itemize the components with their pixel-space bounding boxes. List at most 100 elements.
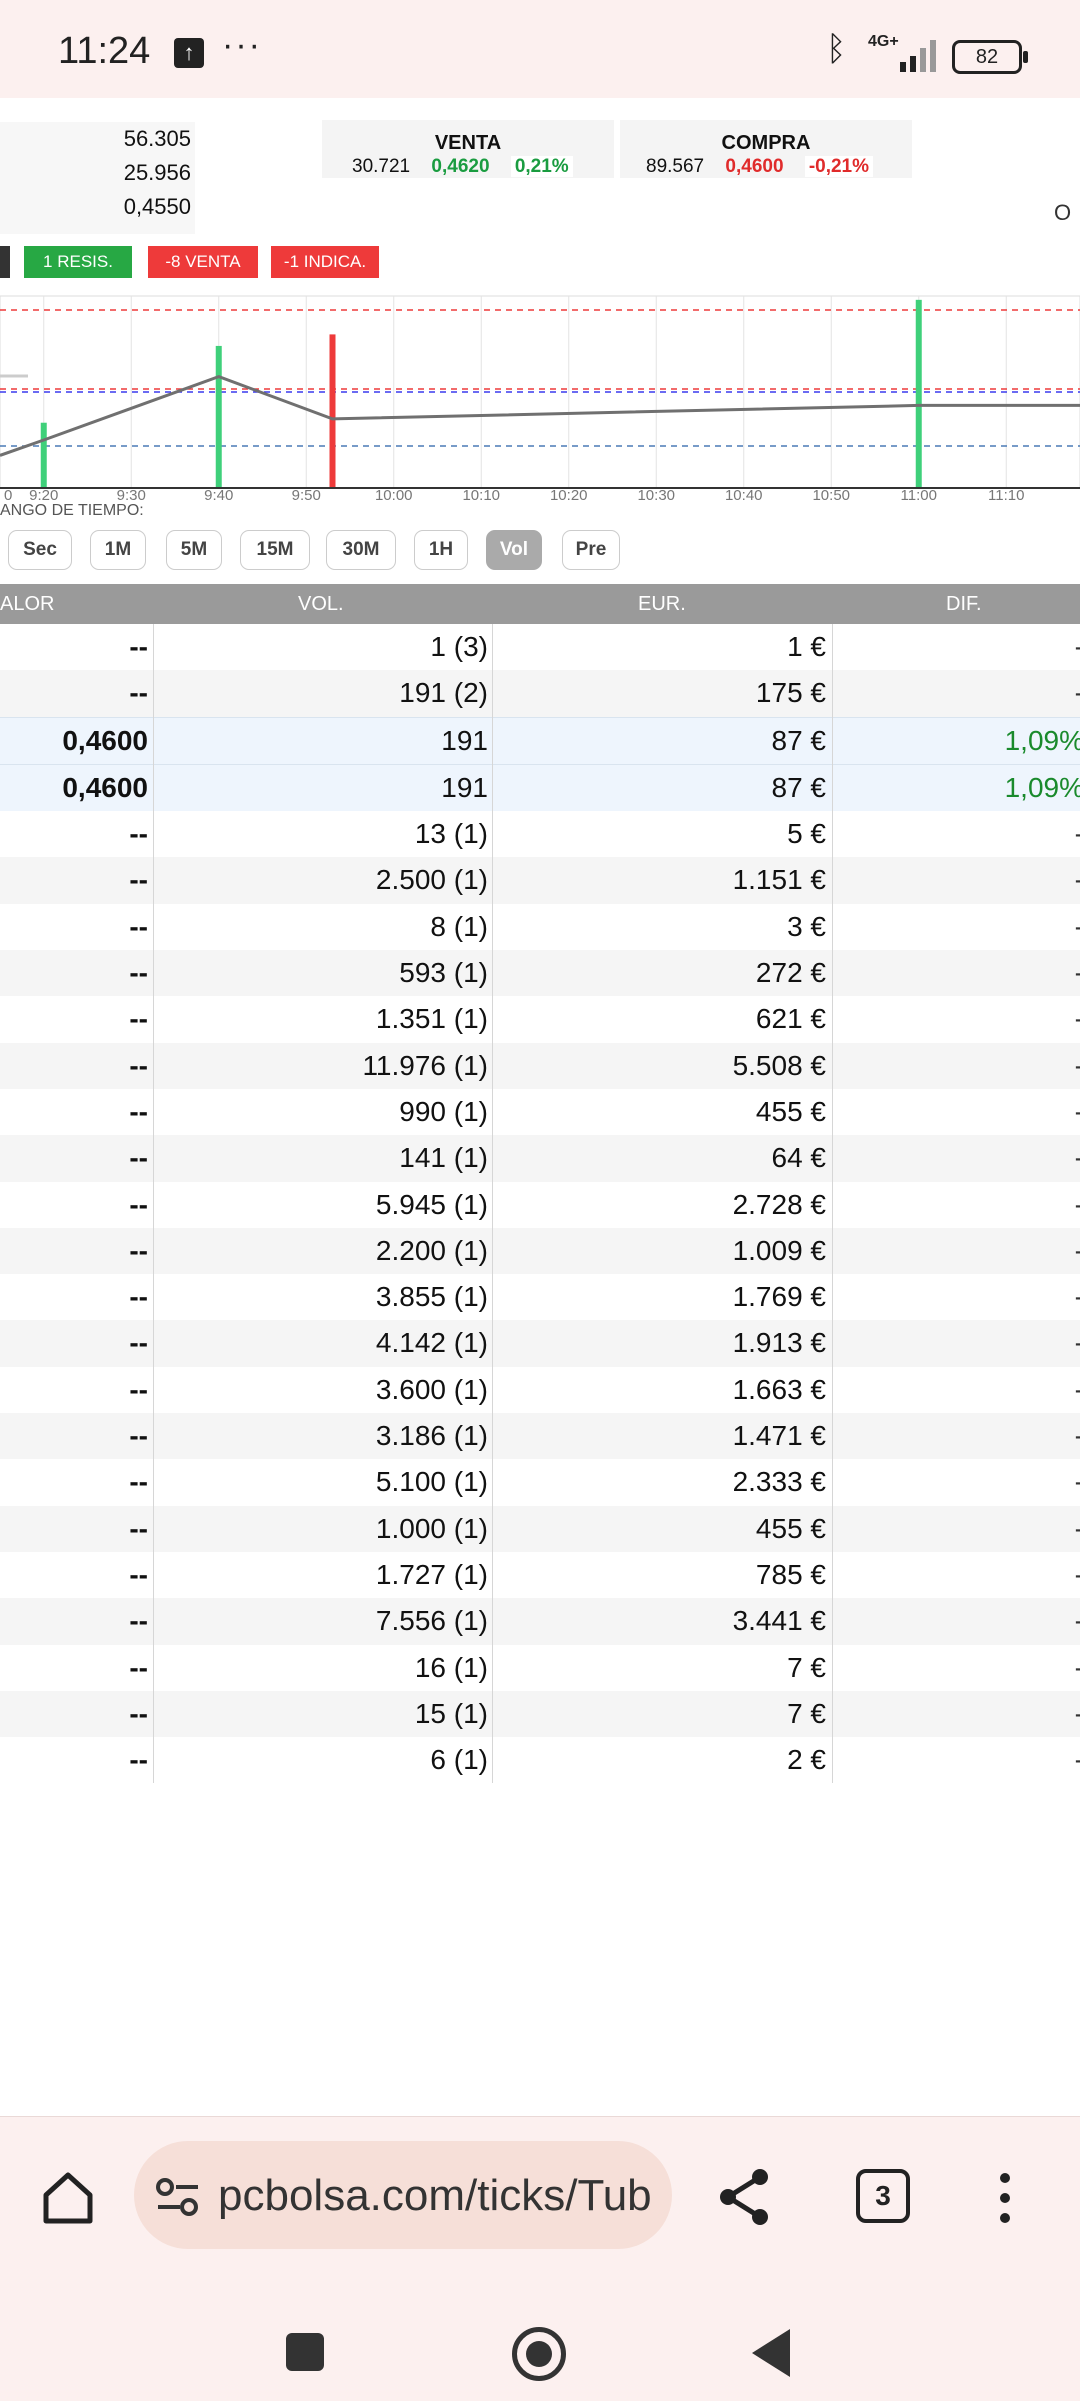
cell-valor: -- — [129, 1049, 148, 1081]
cell-eur: 7 € — [787, 1697, 826, 1729]
column-divider — [492, 624, 493, 1784]
cell-dif: - — [834, 1691, 1080, 1737]
cell-dif: 1,09% — [1004, 724, 1080, 756]
cell-eur: 1.151 € — [732, 864, 826, 896]
cell-eur: 175 € — [755, 677, 826, 709]
column-divider — [153, 624, 154, 1784]
cell-eur: 272 € — [755, 957, 826, 989]
x-tick-label: 10:30 — [637, 487, 675, 500]
table-row: 0,4600 191 87 € 1,09% — [0, 763, 1080, 812]
cell-eur: 64 € — [771, 1142, 827, 1174]
badge-indica[interactable]: -1 INDICA. — [271, 246, 379, 278]
range-button-1h[interactable]: 1H — [414, 530, 468, 570]
cell-vol: 3.600 (1) — [375, 1373, 488, 1405]
chart-svg: 0 9:20 9:30 9:40 9:50 10:00 10:10 10:20 10:30 10:… — [0, 295, 1080, 500]
badge-resis[interactable]: 1 RESIS. — [24, 246, 132, 278]
cell-dif: - — [834, 857, 1080, 903]
table-row: -- 2.500 (1) 1.151 €- — [0, 857, 1080, 904]
range-button-sec[interactable]: Sec — [8, 530, 72, 570]
cell-valor: -- — [129, 1095, 148, 1127]
home-icon[interactable] — [38, 2167, 98, 2227]
status-bar: 11:24 ↑ ··· ᛒ 4G+ 82 — [0, 0, 1080, 98]
cell-eur: 3 € — [787, 910, 826, 942]
more-menu-icon[interactable] — [1000, 2173, 1012, 2233]
sell-volume-bar — [329, 334, 336, 488]
tabs-count-icon[interactable]: 3 — [856, 2169, 910, 2223]
cell-valor: -- — [129, 1003, 148, 1035]
cell-eur: 1.471 € — [732, 1420, 826, 1452]
edge-value: O — [1054, 200, 1072, 225]
cell-dif: - — [834, 1367, 1080, 1413]
url-text[interactable]: pcbolsa.com/ticks/Tub — [218, 2171, 658, 2221]
table-row: -- 3.186 (1) 1.471 €- — [0, 1413, 1080, 1460]
share-icon[interactable] — [716, 2167, 772, 2227]
range-button-vol[interactable]: Vol — [486, 530, 542, 570]
cell-eur: 1.913 € — [732, 1327, 826, 1359]
signal-icon — [900, 38, 940, 72]
range-button-5m[interactable]: 5M — [166, 530, 222, 570]
cell-dif: - — [834, 1645, 1080, 1691]
range-button-15m[interactable]: 15M — [240, 530, 310, 570]
cell-vol: 6 (1) — [430, 1744, 488, 1776]
x-tick-label: 0 — [4, 487, 12, 500]
header-dif: DIF. — [946, 593, 982, 615]
table-row: -- 141 (1) 64 €- — [0, 1135, 1080, 1182]
table-row: -- 2.200 (1) 1.009 €- — [0, 1227, 1080, 1275]
cell-valor: -- — [129, 1373, 148, 1405]
range-button-pre[interactable]: Pre — [562, 530, 620, 570]
cell-eur: 2.333 € — [732, 1466, 826, 1498]
cell-vol: 2.200 (1) — [375, 1234, 488, 1266]
header-eur: EUR. — [638, 593, 686, 615]
cell-valor: -- — [129, 1188, 148, 1220]
site-settings-icon[interactable] — [156, 2177, 200, 2217]
x-tick-label: 11:00 — [901, 487, 937, 500]
cell-valor: -- — [129, 1744, 148, 1776]
table-row: -- 7.556 (1) 3.441 €- — [0, 1598, 1080, 1645]
venta-volume: 30.721 — [352, 156, 411, 177]
cell-valor: -- — [129, 1466, 148, 1498]
buy-volume-bar — [215, 345, 222, 488]
range-button-30m[interactable]: 30M — [326, 530, 396, 570]
recents-button[interactable] — [286, 2333, 324, 2371]
cell-valor: 0,4600 — [62, 771, 148, 803]
cell-vol: 5.100 (1) — [375, 1466, 488, 1498]
browser-toolbar: pcbolsa.com/ticks/Tub 3 — [0, 2116, 1080, 2401]
venta-title: VENTA — [434, 132, 502, 154]
home-nav-button[interactable] — [512, 2327, 566, 2381]
cell-vol: 3.855 (1) — [375, 1281, 488, 1313]
table-row: -- 3.855 (1) 1.769 €- — [0, 1274, 1080, 1320]
badge-venta[interactable]: -8 VENTA — [148, 246, 258, 278]
cell-eur: 7 € — [787, 1651, 826, 1683]
x-tick-label: 9:20 — [29, 487, 58, 500]
url-bar[interactable]: pcbolsa.com/ticks/Tub — [134, 2141, 672, 2249]
cell-vol: 1 (3) — [430, 631, 488, 662]
stat-value: 56.305 — [123, 126, 191, 151]
cell-dif: - — [834, 1182, 1080, 1228]
cell-valor: -- — [129, 818, 148, 850]
cell-vol: 1.727 (1) — [375, 1558, 488, 1590]
cell-eur: 5 € — [787, 818, 826, 850]
column-divider — [832, 624, 833, 1784]
battery-icon: 82 — [952, 40, 1028, 74]
range-label: ANGO DE TIEMPO: — [0, 502, 144, 519]
table-row: -- 4.142 (1) 1.913 €- — [0, 1320, 1080, 1367]
table-row: -- 8 (1) 3 €- — [0, 904, 1080, 950]
table-row: -- 990 (1) 455 €- — [0, 1089, 1080, 1135]
cell-valor: -- — [129, 1142, 148, 1174]
table-row: -- 3.600 (1) 1.663 €- — [0, 1367, 1080, 1413]
cell-eur: 5.508 € — [732, 1049, 826, 1081]
cell-vol: 13 (1) — [414, 818, 488, 850]
cell-valor: -- — [129, 1327, 148, 1359]
cell-dif: - — [834, 1459, 1080, 1505]
x-tick-label: 10:00 — [375, 487, 413, 500]
range-button-1m[interactable]: 1M — [90, 530, 146, 570]
cell-valor: -- — [129, 864, 148, 896]
cell-vol: 2.500 (1) — [375, 864, 488, 896]
network-type: 4G+ — [868, 33, 899, 50]
cell-dif: - — [834, 1552, 1080, 1598]
cell-dif: - — [834, 904, 1080, 950]
cell-eur: 1.009 € — [732, 1234, 826, 1266]
table-row: -- 1 (3) 1 €- — [0, 624, 1080, 670]
compra-change: -0,21% — [804, 156, 874, 177]
back-button[interactable] — [752, 2329, 790, 2377]
